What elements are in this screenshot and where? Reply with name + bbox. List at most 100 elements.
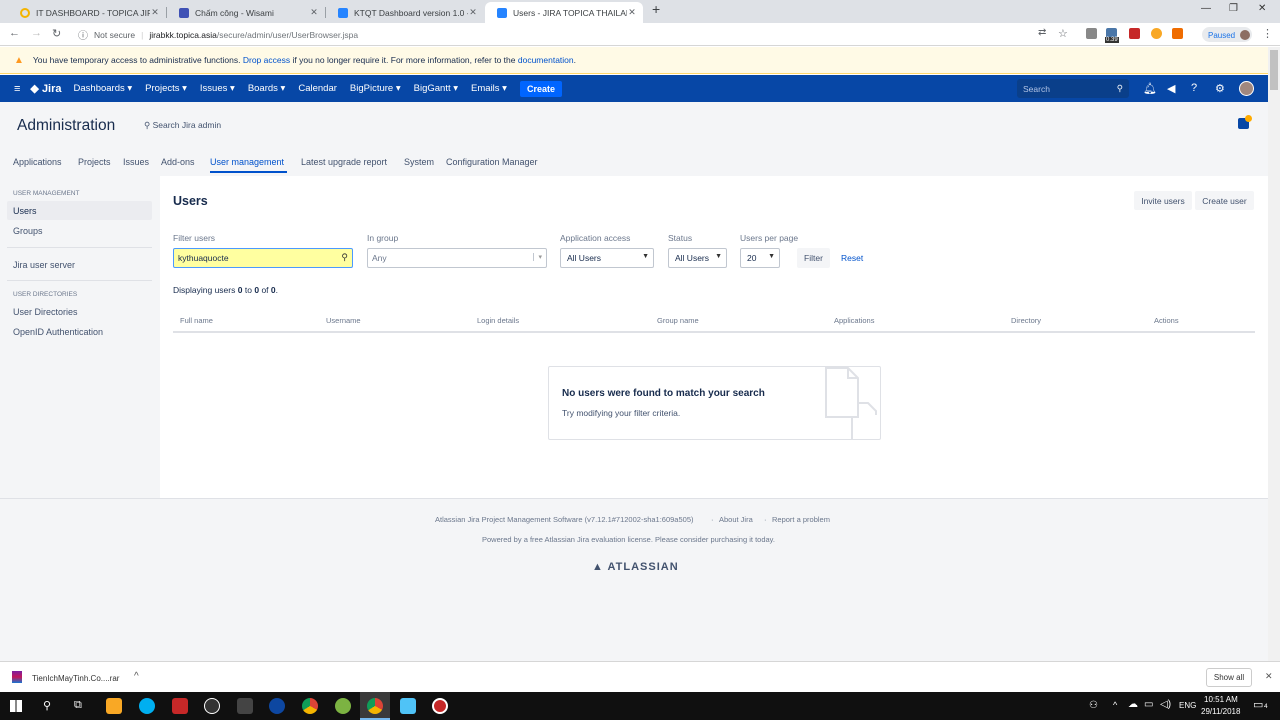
search-input[interactable]: Search ⚲ [1017,79,1129,98]
status-select[interactable]: All Users ▼ [668,248,727,268]
profile-paused-button[interactable]: Paused [1202,27,1252,42]
documentation-link[interactable]: documentation [518,55,574,65]
nav-biggantt[interactable]: BigGantt ▾ [414,83,458,94]
tab-configuration-manager[interactable]: Configuration Manager [446,157,538,167]
sidebar-item-users[interactable]: Users [13,206,37,216]
nav-projects[interactable]: Projects ▾ [145,83,187,94]
app-switcher-icon[interactable]: ≡ [14,83,20,95]
teamviewer-icon[interactable] [269,698,285,714]
app-icon[interactable] [172,698,188,714]
people-icon[interactable]: ⚇ [1089,700,1098,711]
onedrive-icon[interactable]: ☁ [1128,699,1138,710]
reload-icon[interactable]: ↻ [52,27,61,40]
create-user-button[interactable]: Create user [1195,191,1254,210]
scrollbar[interactable] [1268,47,1280,661]
menu-icon[interactable]: ⋮ [1262,27,1273,40]
nav-calendar[interactable]: Calendar [298,83,337,94]
help-icon[interactable]: ? [1191,82,1197,94]
app-icon[interactable] [237,698,253,714]
network-icon[interactable]: ▭ [1144,699,1153,710]
browser-tab-active[interactable]: Users - JIRA TOPICA THAILAND ✕ [485,2,643,23]
notification-center-icon[interactable]: ▭ [1253,698,1263,711]
show-all-button[interactable]: Show all [1206,668,1252,687]
tab-user-management[interactable]: User management [210,157,284,167]
filter-button[interactable]: Filter [797,248,830,268]
nav-emails[interactable]: Emails ▾ [471,83,507,94]
nav-bigpicture[interactable]: BigPicture ▾ [350,83,401,94]
windows-start-icon[interactable] [10,700,22,712]
extension-icon[interactable] [1086,28,1097,39]
browser-tab[interactable]: KTQT Dashboard version 1.0 - JIR ✕ [326,2,484,23]
chrome-icon[interactable] [302,698,318,714]
nav-boards[interactable]: Boards ▾ [248,83,286,94]
sidebar-item-openid-authentication[interactable]: OpenID Authentication [13,327,103,337]
drop-access-link[interactable]: Drop access [243,55,290,65]
restore-icon[interactable]: ❐ [1229,3,1238,14]
report-problem-link[interactable]: Report a problem [772,515,830,524]
chevron-up-icon[interactable]: ^ [134,671,139,682]
search-icon[interactable]: ⚲ [43,699,51,712]
close-icon[interactable]: ✕ [1265,671,1273,682]
scrollbar-thumb[interactable] [1270,50,1278,90]
forward-icon[interactable]: → [31,27,42,39]
app-icon[interactable] [204,698,220,714]
volume-icon[interactable]: ◁) [1160,699,1171,710]
atlassian-logo[interactable]: ▲ ATLASSIAN [592,561,679,573]
notifications-icon[interactable]: 🔔︎ [1143,82,1157,95]
nav-issues[interactable]: Issues ▾ [200,83,235,94]
extension-icon[interactable] [1151,28,1162,39]
clock-time[interactable]: 10:51 AM [1204,695,1238,704]
filter-users-input[interactable]: kythuaquocte ⚲ [173,248,353,268]
application-access-select[interactable]: All Users ▼ [560,248,654,268]
back-icon[interactable]: ← [9,27,20,39]
tab-system[interactable]: System [404,157,434,167]
skype-icon[interactable] [139,698,155,714]
tab-latest-upgrade-report[interactable]: Latest upgrade report [301,157,387,167]
sidebar-item-user-directories[interactable]: User Directories [13,307,78,317]
close-tab-icon[interactable]: ✕ [468,7,478,18]
close-tab-icon[interactable]: ✕ [150,7,160,18]
reset-link[interactable]: Reset [841,253,863,263]
tab-applications[interactable]: Applications [13,157,62,167]
language-indicator[interactable]: ENG [1179,701,1196,710]
app-icon[interactable] [400,698,416,714]
file-explorer-icon[interactable] [106,698,122,714]
url-field[interactable]: ⓘ Not secure | jirabkk.topica.asia/secur… [72,26,1082,43]
translate-icon[interactable]: ⇄ [1038,27,1046,38]
jira-logo[interactable]: ◆ Jira [30,82,61,95]
page-title: Administration [17,117,116,134]
chrome-icon[interactable] [367,698,383,714]
extension-icon[interactable] [1129,28,1140,39]
browser-tab[interactable]: Chấm công - Wisami ✕ [167,2,325,23]
new-tab-button[interactable]: + [652,1,660,17]
close-window-icon[interactable]: ✕ [1258,3,1266,14]
tab-issues[interactable]: Issues [123,157,149,167]
chevron-up-icon[interactable]: ^ [1113,700,1117,710]
invite-users-button[interactable]: Invite users [1134,191,1192,210]
minimize-icon[interactable]: — [1201,3,1211,14]
close-tab-icon[interactable]: ✕ [627,7,637,18]
users-per-page-select[interactable]: 20 ▼ [740,248,780,268]
tab-projects[interactable]: Projects [78,157,111,167]
sidebar-item-jira-user-server[interactable]: Jira user server [13,260,75,270]
tab-add-ons[interactable]: Add-ons [161,157,195,167]
create-button[interactable]: Create [519,80,562,97]
avatar[interactable] [1239,81,1254,96]
bookmark-star-icon[interactable]: ☆ [1058,27,1068,40]
about-jira-link[interactable]: About Jira [719,515,753,524]
in-group-select[interactable]: Any ▾ [367,248,547,268]
close-tab-icon[interactable]: ✕ [309,7,319,18]
sidebar-item-groups[interactable]: Groups [13,226,43,236]
download-file-name[interactable]: TienIchMayTinh.Co....rar [32,674,119,683]
app-icon[interactable] [335,698,351,714]
announcements-icon[interactable]: ◀ [1167,82,1175,95]
nav-dashboards[interactable]: Dashboards ▾ [74,83,133,94]
filter-users-label: Filter users [173,233,216,243]
admin-search[interactable]: ⚲ Search Jira admin [144,120,221,131]
task-view-icon[interactable]: ⧉ [74,699,82,712]
browser-tab[interactable]: IT DASHBOARD - TOPICA JIRA ✕ [8,2,166,23]
extension-icon[interactable] [1172,28,1183,39]
clock-date[interactable]: 29/11/2018 [1201,707,1240,716]
record-icon[interactable] [432,698,448,714]
settings-gear-icon[interactable]: ⚙ [1215,82,1225,95]
